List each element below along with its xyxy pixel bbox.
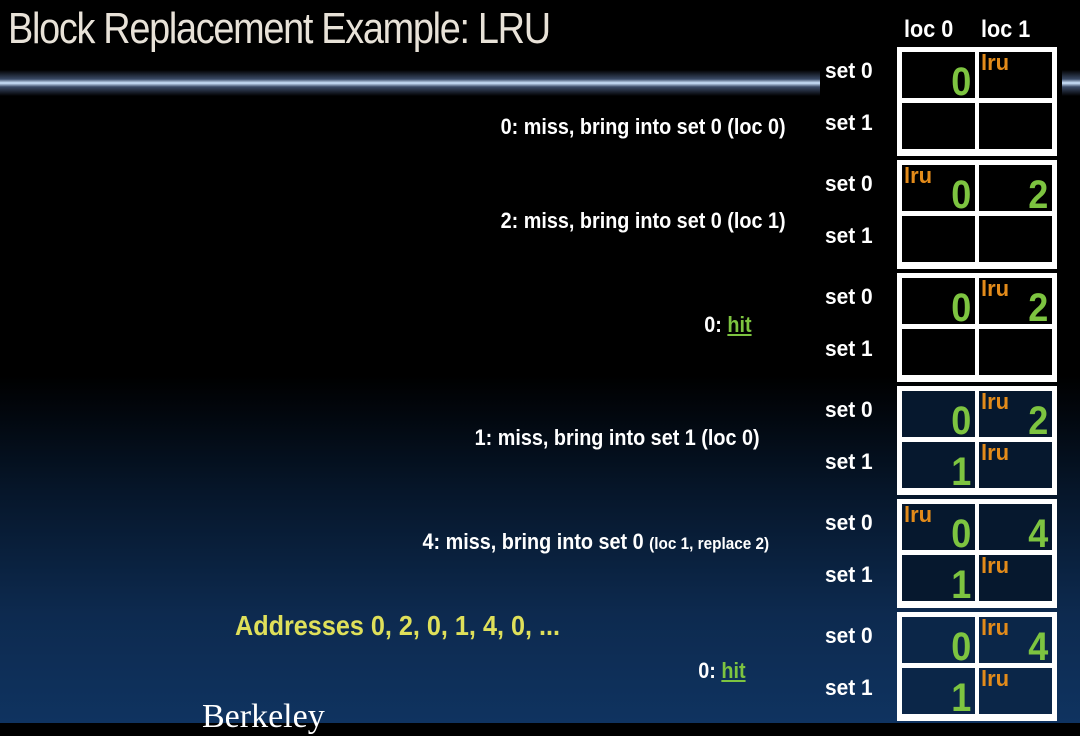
cache-cell-set0-loc0: 0 [902, 391, 975, 441]
cache-cell-set0-loc0: 0 [902, 617, 975, 667]
cache-state-2: lru 0 2 set 0 set 1 [825, 160, 1057, 269]
cache-cell-set0-loc0: lru 0 [902, 502, 975, 554]
block-value: 2 [1027, 173, 1048, 217]
block-value: 0 [950, 60, 971, 104]
block-value: 1 [950, 676, 971, 720]
cache-grid: 0 lru 2 1 lru [897, 386, 1057, 495]
set-label-1: set 1 [825, 223, 873, 248]
set-label-0: set 0 [825, 397, 873, 422]
cache-cell-set1-loc0: 1 [902, 555, 975, 605]
block-value: 0 [950, 625, 971, 669]
set-label-0: set 0 [825, 171, 873, 196]
step-5-label: 4: miss, bring into set 0 (loc 1, replac… [422, 529, 769, 555]
cache-cell-set1-loc1: lru [979, 555, 1052, 601]
cache-state-5: lru 0 4 1 lru set 0 set 1 [825, 499, 1057, 608]
cache-cell-set1-loc0 [902, 329, 975, 375]
step-6-label: 0: hit [699, 658, 746, 684]
column-header-loc0: loc 0 [904, 16, 954, 43]
set-label-1: set 1 [825, 562, 873, 587]
step-5-text: 4: miss, bring into set 0 [422, 529, 650, 554]
hit-link[interactable]: hit [728, 312, 752, 337]
berkeley-logo: Berkeley [202, 698, 325, 735]
title-divider [0, 70, 820, 96]
step-2-label: 2: miss, bring into set 0 (loc 1) [501, 208, 786, 234]
set-label-1: set 1 [825, 336, 873, 361]
step-5-detail: (loc 1, replace 2) [649, 534, 769, 553]
cache-cell-set1-loc0 [902, 103, 975, 149]
block-value: 1 [950, 450, 971, 494]
cache-cell-set1-loc0 [902, 216, 975, 262]
cache-state-4: 0 lru 2 1 lru set 0 set 1 [825, 386, 1057, 495]
lru-marker: lru [904, 502, 933, 527]
cache-cell-set1-loc0: 1 [902, 442, 975, 492]
block-value: 2 [1027, 286, 1048, 330]
block-value: 0 [950, 286, 971, 330]
block-value: 0 [950, 512, 971, 556]
cache-cell-set1-loc1 [979, 329, 1052, 375]
lru-marker: lru [981, 666, 1010, 691]
block-value: 1 [950, 563, 971, 607]
cache-cell-set0-loc0: 0 [902, 52, 975, 102]
cache-grid: 0 lru 4 1 lru [897, 612, 1057, 721]
set-label-0: set 0 [825, 58, 873, 83]
set-label-0: set 0 [825, 284, 873, 309]
cache-cell-set1-loc1: lru [979, 668, 1052, 714]
cache-state-3: 0 lru 2 set 0 set 1 [825, 273, 1057, 382]
step-1-text: 0: miss, bring into set 0 (loc 0) [501, 114, 786, 139]
block-value: 4 [1027, 512, 1048, 556]
set-label-1: set 1 [825, 110, 873, 135]
cache-cell-set0-loc1: 2 [979, 165, 1052, 215]
block-value: 2 [1027, 399, 1048, 443]
step-4-label: 1: miss, bring into set 1 (loc 0) [475, 425, 760, 451]
step-6-prefix: 0: [698, 658, 722, 683]
cache-cell-set1-loc1: lru [979, 442, 1052, 488]
title-divider-right [1062, 70, 1080, 96]
block-value: 0 [950, 399, 971, 443]
lru-marker: lru [981, 553, 1010, 578]
lru-marker: lru [981, 50, 1010, 75]
cache-grid: 0 lru [897, 47, 1057, 156]
lru-marker: lru [904, 163, 933, 188]
set-label-0: set 0 [825, 623, 873, 648]
step-2-text: 2: miss, bring into set 0 (loc 1) [501, 208, 786, 233]
set-label-1: set 1 [825, 675, 873, 700]
cache-cell-set0-loc0: lru 0 [902, 163, 975, 215]
lru-marker: lru [981, 440, 1010, 465]
cache-state-1: 0 lru set 0 set 1 [825, 47, 1057, 156]
step-4-text: 1: miss, bring into set 1 (loc 0) [475, 425, 760, 450]
cache-cell-set0-loc1: 4 [979, 504, 1052, 554]
cache-grid: lru 0 2 [897, 160, 1057, 269]
slide-title: Block Replacement Example: LRU [8, 4, 551, 53]
cache-cell-set1-loc1 [979, 216, 1052, 262]
address-sequence: Addresses 0, 2, 0, 1, 4, 0, ... [235, 610, 560, 641]
lru-marker: lru [981, 389, 1010, 414]
step-3-prefix: 0: [704, 312, 728, 337]
step-1-label: 0: miss, bring into set 0 (loc 0) [501, 114, 786, 140]
cache-cell-set0-loc1: lru [979, 52, 1052, 98]
cache-grid: 0 lru 2 [897, 273, 1057, 382]
set-label-1: set 1 [825, 449, 873, 474]
cache-cell-set0-loc0: 0 [902, 278, 975, 328]
cache-cell-set1-loc1 [979, 103, 1052, 149]
lru-marker: lru [981, 615, 1010, 640]
block-value: 0 [950, 173, 971, 217]
cache-cell-set0-loc1: lru 2 [979, 276, 1052, 328]
cache-state-6: 0 lru 4 1 lru set 0 set 1 [825, 612, 1057, 721]
hit-link[interactable]: hit [722, 658, 746, 683]
cache-cell-set0-loc1: lru 2 [979, 389, 1052, 441]
lru-marker: lru [981, 276, 1010, 301]
step-3-label: 0: hit [705, 312, 752, 338]
column-header-loc1: loc 1 [981, 16, 1031, 43]
block-value: 4 [1027, 625, 1048, 669]
cache-cell-set1-loc0: 1 [902, 668, 975, 718]
set-label-0: set 0 [825, 510, 873, 535]
cache-grid: lru 0 4 1 lru [897, 499, 1057, 608]
cache-cell-set0-loc1: lru 4 [979, 615, 1052, 667]
